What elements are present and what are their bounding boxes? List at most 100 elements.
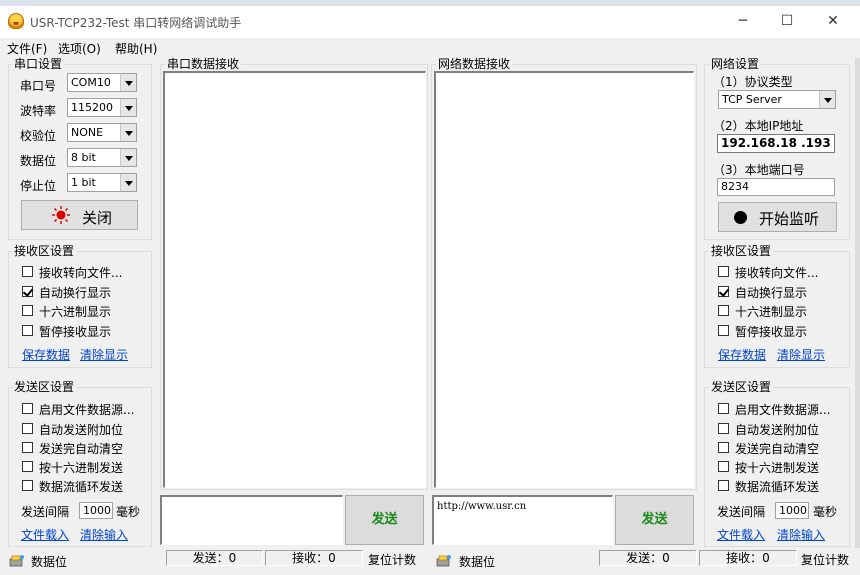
baud-label: 波特率 bbox=[20, 104, 57, 118]
protocol-select[interactable]: TCP Server bbox=[718, 90, 836, 109]
left-recv-to-file-checkbox[interactable] bbox=[22, 266, 33, 277]
network-settings-title: 网络设置 bbox=[709, 57, 762, 71]
left-send-settings-title: 发送区设置 bbox=[12, 380, 77, 394]
chevron-down-icon bbox=[120, 149, 136, 166]
databits-select[interactable]: 8 bit bbox=[67, 148, 137, 167]
right-hex-display-checkbox[interactable] bbox=[718, 305, 729, 316]
right-recv-to-file-label: 接收转向文件... bbox=[735, 266, 819, 280]
ip-label: （2）本地IP地址 bbox=[713, 119, 804, 133]
left-recv-settings-title: 接收区设置 bbox=[12, 244, 77, 258]
chevron-down-icon bbox=[120, 99, 136, 116]
start-listen-label: 开始监听 bbox=[759, 210, 820, 228]
close-port-button[interactable]: 关闭 bbox=[21, 200, 138, 230]
window-edge-scrollbar bbox=[855, 58, 860, 548]
left-interval-input[interactable]: 1000 bbox=[79, 502, 113, 519]
right-interval-label: 发送间隔 bbox=[717, 505, 766, 519]
chevron-down-icon bbox=[120, 124, 136, 141]
left-auto-append-checkbox[interactable] bbox=[22, 423, 33, 434]
right-loop-send-checkbox[interactable] bbox=[718, 480, 729, 491]
minimize-button[interactable]: ─ bbox=[720, 6, 766, 36]
parity-label: 校验位 bbox=[20, 129, 57, 143]
menu-help[interactable]: 帮助(H) bbox=[115, 40, 157, 57]
left-clear-display-link[interactable]: 清除显示 bbox=[80, 346, 128, 363]
left-auto-append-label: 自动发送附加位 bbox=[39, 423, 124, 437]
right-status-icon bbox=[436, 554, 452, 568]
serial-recv-title: 串口数据接收 bbox=[165, 57, 242, 71]
right-file-load-link[interactable]: 文件载入 bbox=[717, 526, 765, 543]
serial-send-input[interactable] bbox=[160, 495, 343, 545]
port-select[interactable]: COM10 bbox=[67, 73, 137, 92]
right-recv-count: 接收：0 bbox=[699, 550, 797, 566]
right-recv-settings-title: 接收区设置 bbox=[709, 244, 774, 258]
right-send-settings-title: 发送区设置 bbox=[709, 380, 774, 394]
left-pause-display-checkbox[interactable] bbox=[22, 325, 33, 336]
baud-select[interactable]: 115200 bbox=[67, 98, 137, 117]
right-file-source-label: 启用文件数据源... bbox=[735, 403, 831, 417]
left-auto-clear-checkbox[interactable] bbox=[22, 442, 33, 453]
right-auto-wrap-checkbox[interactable] bbox=[718, 286, 729, 297]
net-recv-area[interactable] bbox=[434, 71, 694, 488]
left-auto-clear-label: 发送完自动清空 bbox=[39, 442, 124, 456]
left-file-load-link[interactable]: 文件载入 bbox=[21, 526, 69, 543]
left-hex-send-checkbox[interactable] bbox=[22, 461, 33, 472]
stopbits-label: 停止位 bbox=[20, 179, 57, 193]
right-auto-append-label: 自动发送附加位 bbox=[735, 423, 820, 437]
parity-select[interactable]: NONE bbox=[67, 123, 137, 142]
left-hex-display-checkbox[interactable] bbox=[22, 305, 33, 316]
right-auto-wrap-label: 自动换行显示 bbox=[735, 286, 808, 300]
right-interval-unit: 毫秒 bbox=[813, 505, 838, 519]
menu-file[interactable]: 文件(F) bbox=[7, 40, 47, 57]
right-clear-input-link[interactable]: 清除输入 bbox=[777, 526, 825, 543]
right-sent-count: 发送：0 bbox=[599, 550, 697, 566]
close-window-button[interactable]: ✕ bbox=[810, 6, 856, 36]
serial-recv-area[interactable] bbox=[163, 71, 426, 488]
databits-label: 数据位 bbox=[20, 154, 57, 168]
ip-input[interactable]: 192.168.18 .193 bbox=[717, 134, 835, 153]
stopbits-select[interactable]: 1 bit bbox=[67, 173, 137, 192]
right-interval-input[interactable]: 1000 bbox=[775, 502, 809, 519]
right-clear-display-link[interactable]: 清除显示 bbox=[777, 346, 825, 363]
chevron-down-icon bbox=[819, 91, 835, 108]
right-reset-count-button[interactable]: 复位计数 bbox=[801, 551, 849, 568]
right-save-data-link[interactable]: 保存数据 bbox=[718, 346, 766, 363]
right-file-source-checkbox[interactable] bbox=[718, 403, 729, 414]
left-reset-count-button[interactable]: 复位计数 bbox=[368, 551, 416, 568]
left-hex-display-label: 十六进制显示 bbox=[39, 305, 112, 319]
red-light-icon bbox=[52, 206, 70, 224]
left-recv-to-file-label: 接收转向文件... bbox=[39, 266, 123, 280]
record-icon bbox=[734, 211, 747, 224]
right-pause-display-label: 暂停接收显示 bbox=[735, 325, 808, 339]
left-file-source-checkbox[interactable] bbox=[22, 403, 33, 414]
right-auto-clear-checkbox[interactable] bbox=[718, 442, 729, 453]
left-hex-send-label: 按十六进制发送 bbox=[39, 461, 124, 475]
right-auto-clear-label: 发送完自动清空 bbox=[735, 442, 820, 456]
net-send-button[interactable]: 发送 bbox=[615, 495, 694, 545]
right-loop-send-label: 数据流循环发送 bbox=[735, 480, 820, 494]
right-hex-display-label: 十六进制显示 bbox=[735, 305, 808, 319]
left-recv-count: 接收：0 bbox=[265, 550, 363, 566]
left-loop-send-label: 数据流循环发送 bbox=[39, 480, 124, 494]
serial-send-button[interactable]: 发送 bbox=[345, 495, 424, 545]
net-send-input[interactable]: http://www.usr.cn bbox=[432, 495, 613, 545]
local-port-input[interactable]: 8234 bbox=[717, 178, 835, 196]
right-status-label: 数据位 bbox=[459, 555, 496, 569]
close-port-label: 关闭 bbox=[82, 209, 113, 227]
start-listen-button[interactable]: 开始监听 bbox=[718, 202, 837, 232]
port-label: 串口号 bbox=[20, 79, 57, 93]
right-pause-display-checkbox[interactable] bbox=[718, 325, 729, 336]
menu-options[interactable]: 选项(O) bbox=[58, 40, 101, 57]
maximize-button[interactable]: ☐ bbox=[764, 6, 810, 36]
right-auto-append-checkbox[interactable] bbox=[718, 423, 729, 434]
left-save-data-link[interactable]: 保存数据 bbox=[22, 346, 70, 363]
left-interval-label: 发送间隔 bbox=[21, 505, 70, 519]
protocol-label: （1）协议类型 bbox=[713, 75, 793, 89]
window-title: USR-TCP232-Test 串口转网络调试助手 bbox=[30, 16, 242, 30]
left-clear-input-link[interactable]: 清除输入 bbox=[80, 526, 128, 543]
left-interval-unit: 毫秒 bbox=[116, 505, 141, 519]
right-hex-send-checkbox[interactable] bbox=[718, 461, 729, 472]
left-loop-send-checkbox[interactable] bbox=[22, 480, 33, 491]
left-status-label: 数据位 bbox=[31, 555, 68, 569]
right-recv-to-file-checkbox[interactable] bbox=[718, 266, 729, 277]
local-port-label: （3）本地端口号 bbox=[713, 163, 805, 177]
left-auto-wrap-checkbox[interactable] bbox=[22, 286, 33, 297]
